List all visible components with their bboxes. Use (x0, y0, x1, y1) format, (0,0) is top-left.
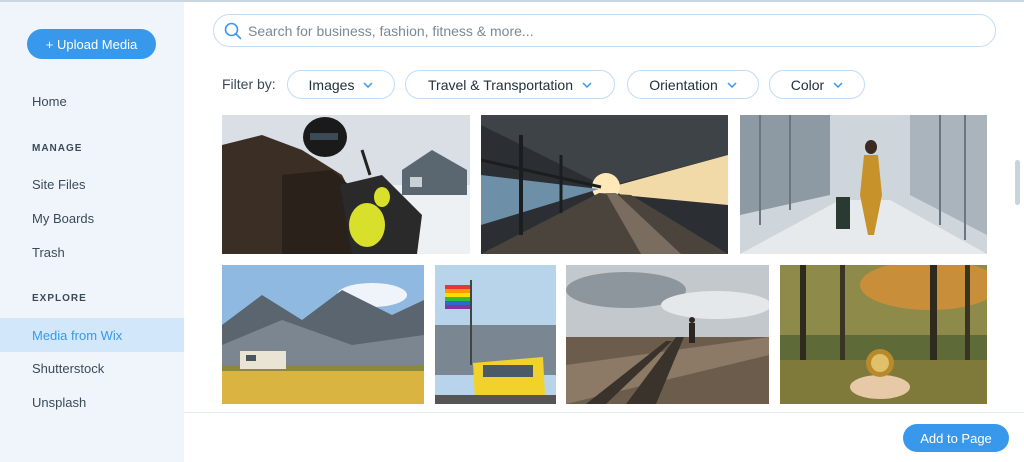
photo-street-tram-rainbow-flag[interactable] (435, 265, 556, 404)
photo-train-platform-sunset[interactable] (481, 115, 728, 254)
sidebar-item-label: Trash (32, 244, 65, 260)
filter-label: Filter by: (222, 76, 276, 92)
search-icon (224, 22, 242, 40)
chevron-down-icon (833, 81, 843, 88)
sidebar-item-media-from-wix[interactable]: Media from Wix (0, 318, 184, 352)
sidebar-item-label: Unsplash (32, 394, 87, 410)
chevron-down-icon (727, 81, 737, 88)
footer-bar: Add to Page (184, 412, 1024, 462)
search-input[interactable] (248, 22, 948, 39)
photo-forest-compass-hand[interactable] (780, 265, 987, 404)
sidebar-item-site-files[interactable]: Site Files (0, 167, 184, 201)
photo-railroad-tracks-walker[interactable] (566, 265, 769, 404)
photo-mountain-camper-van[interactable] (222, 265, 424, 404)
filter-chip-orientation[interactable]: Orientation (627, 70, 759, 99)
chevron-down-icon (582, 81, 592, 88)
sidebar-item-my-boards[interactable]: My Boards (0, 201, 184, 235)
add-to-page-button[interactable]: Add to Page (903, 424, 1009, 452)
sidebar-item-label: Media from Wix (32, 327, 123, 343)
filter-chip-category[interactable]: Travel & Transportation (405, 70, 615, 99)
sidebar-item-label: Site Files (32, 176, 86, 192)
sidebar-item-label: Home (32, 93, 67, 109)
section-heading-explore: EXPLORE (32, 293, 87, 304)
filter-chip-label: Travel & Transportation (428, 76, 573, 93)
filter-chip-label: Orientation (649, 76, 718, 93)
sidebar-item-unsplash[interactable]: Unsplash (0, 385, 184, 419)
search-bar[interactable] (213, 14, 996, 47)
filter-chip-color[interactable]: Color (769, 70, 865, 99)
upload-media-button[interactable]: + Upload Media (27, 29, 156, 59)
sidebar: + Upload Media Home MANAGE Site Files My… (0, 2, 184, 462)
sidebar-item-label: My Boards (32, 210, 95, 226)
filter-chip-images[interactable]: Images (287, 70, 395, 99)
filter-chip-label: Images (308, 76, 355, 93)
filter-chip-label: Color (790, 76, 825, 93)
sidebar-item-home[interactable]: Home (0, 84, 184, 118)
sidebar-item-shutterstock[interactable]: Shutterstock (0, 351, 184, 385)
photo-motorcycle-rider[interactable] (222, 115, 470, 254)
photo-airport-walkway-traveler[interactable] (740, 115, 987, 254)
section-heading-manage: MANAGE (32, 143, 83, 154)
chevron-down-icon (363, 81, 373, 88)
sidebar-item-trash[interactable]: Trash (0, 235, 184, 269)
scrollbar-thumb[interactable] (1015, 160, 1020, 205)
sidebar-item-label: Shutterstock (32, 360, 105, 376)
